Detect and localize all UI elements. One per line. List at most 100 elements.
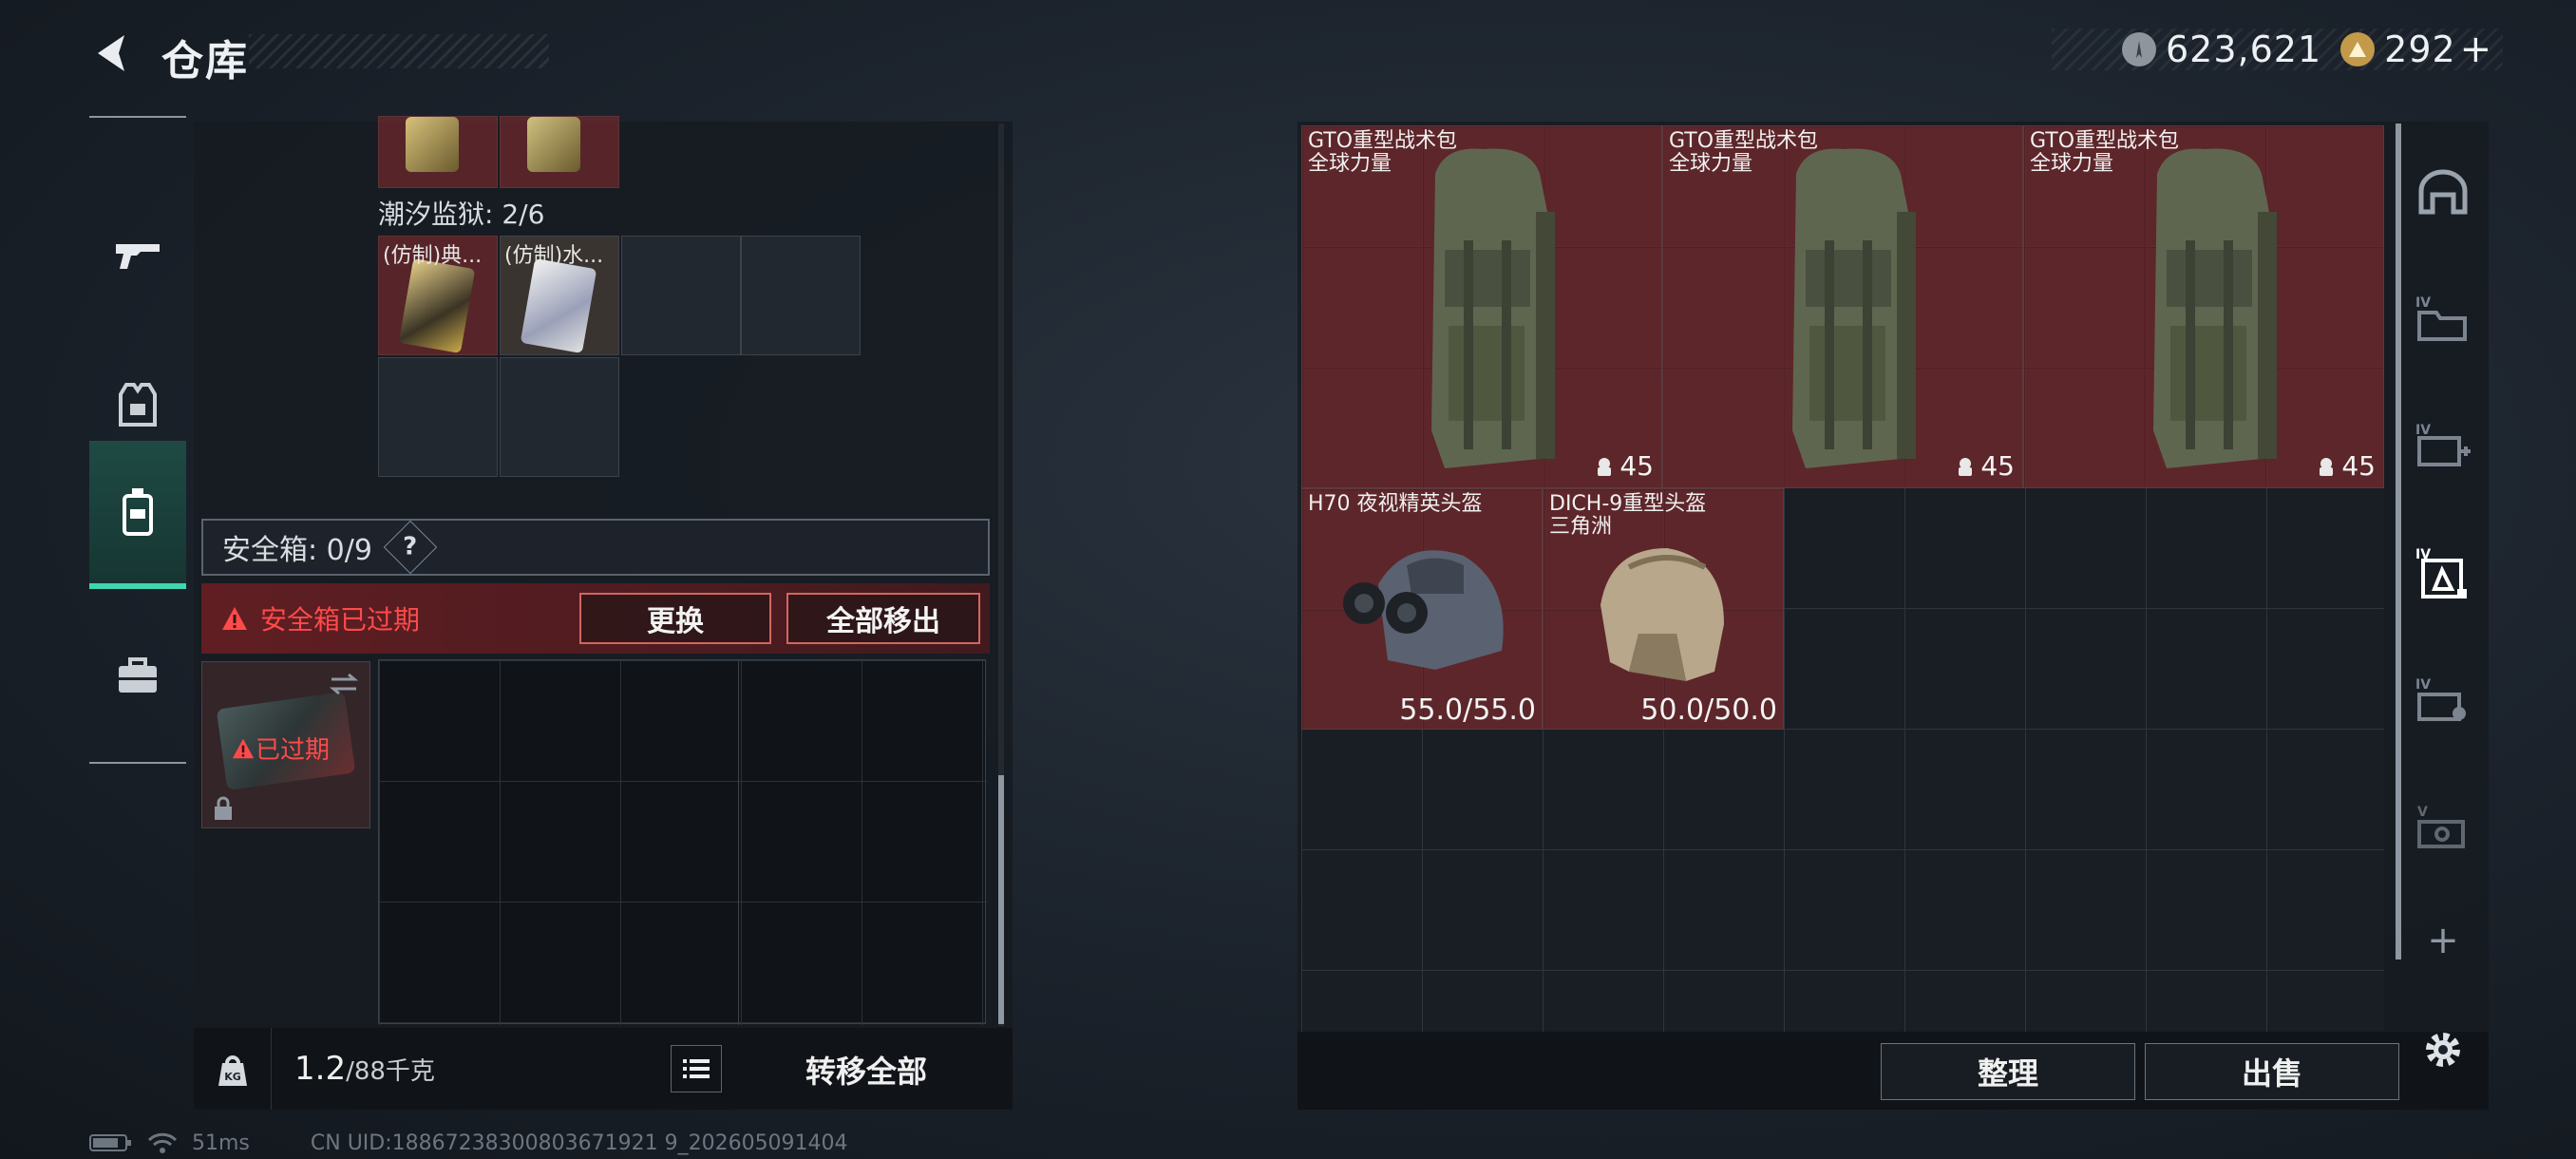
add-stash-tab-button[interactable]: +: [2407, 902, 2479, 978]
stash-tab-helmet[interactable]: [2407, 131, 2479, 255]
armor-icon: [119, 383, 157, 427]
item-durability: 55.0/55.0: [1399, 694, 1536, 727]
item-name: H70 夜视精英头盔: [1308, 493, 1483, 516]
stash-tab-case[interactable]: IV: [2407, 638, 2479, 762]
battery-icon: [89, 1134, 131, 1151]
empty-slot[interactable]: [500, 357, 619, 477]
safe-item-status-text: 已过期: [256, 736, 331, 765]
warning-icon: [222, 607, 247, 630]
inventory-item[interactable]: (仿制)水...: [500, 236, 619, 355]
replace-button[interactable]: 更换: [579, 593, 771, 644]
item-count-value: 45: [1619, 450, 1654, 482]
helmet-nav-icon: [2418, 169, 2468, 215]
safe-box-item[interactable]: 已过期: [201, 661, 370, 828]
backpack-item[interactable]: GTO重型战术包 全球力量 45: [1662, 125, 2023, 488]
stash-tab-case-v[interactable]: V: [2407, 766, 2479, 889]
empty-slot[interactable]: [741, 236, 861, 355]
item-label: (仿制)水...: [504, 244, 604, 268]
back-arrow-icon: [98, 35, 124, 71]
svg-text:IV: IV: [2415, 677, 2431, 693]
remove-all-button[interactable]: 全部移出: [786, 593, 980, 644]
item-name-text: GTO重型战术包: [1669, 129, 1819, 153]
nav-backpack[interactable]: [89, 441, 186, 589]
list-icon: [683, 1059, 710, 1078]
safe-box-grid[interactable]: [378, 659, 987, 1025]
status-bar: 51ms CN UID:18867238300803671921 9_20260…: [89, 1130, 848, 1155]
item-name-text: H70 夜视精英头盔: [1308, 492, 1483, 516]
empty-slot[interactable]: [378, 357, 498, 477]
container-label: 潮汐监狱: 2/6: [378, 199, 545, 230]
safe-box-label: 安全箱: 0/9: [222, 534, 372, 567]
capacity-icon: [1959, 457, 1973, 476]
weight-icon: KG: [218, 1055, 247, 1086]
item-card-image: [406, 117, 459, 172]
inventory-item[interactable]: (仿制)典...: [378, 236, 498, 355]
sell-button[interactable]: 出售: [2145, 1043, 2399, 1100]
backpack-image: [2153, 148, 2277, 468]
stash-grid[interactable]: GTO重型战术包 全球力量 45 GTO重型战术包 全球力量 45 GTO重型战…: [1301, 125, 2384, 1032]
backpack-image: [1792, 148, 1916, 468]
settings-button[interactable]: [2407, 1007, 2479, 1092]
item-name-text: GTO重型战术包: [1308, 129, 1458, 153]
item-card-image: [520, 257, 597, 354]
back-button[interactable]: [87, 28, 137, 78]
lock-icon: [215, 796, 232, 820]
triangle-coin-value: 292: [2384, 28, 2456, 70]
empty-slot[interactable]: [621, 236, 741, 355]
help-icon: ?: [403, 533, 418, 561]
helmet-item[interactable]: DICH-9重型头盔 三角洲 50.0/50.0: [1543, 488, 1784, 730]
item-name: GTO重型战术包 全球力量: [1669, 130, 1818, 176]
swap-icon: [329, 673, 359, 695]
inventory-item[interactable]: [378, 116, 498, 188]
backpack-item[interactable]: GTO重型战术包 全球力量 45: [2023, 125, 2384, 488]
safe-item-status: 已过期: [231, 731, 330, 766]
item-count: 45: [1595, 450, 1654, 482]
capacity-icon: [2320, 457, 2334, 476]
list-view-button[interactable]: [671, 1045, 722, 1092]
left-nav: [89, 116, 186, 764]
expired-notice-text: 安全箱已过期: [260, 604, 421, 636]
item-faction-text: 全球力量: [1669, 152, 1753, 176]
backpack-item[interactable]: GTO重型战术包 全球力量 45: [1301, 125, 1662, 488]
left-scrollbar-thumb[interactable]: [998, 775, 1004, 1024]
item-faction-text: 全球力量: [2030, 152, 2114, 176]
grid-divider: [738, 660, 739, 1025]
stash-tab-armor[interactable]: IV: [2407, 511, 2479, 635]
nav-weapons[interactable]: [89, 184, 186, 327]
sort-button[interactable]: 整理: [1881, 1043, 2135, 1100]
case-iv-icon: IV: [2415, 677, 2466, 721]
svg-text:KG: KG: [224, 1071, 241, 1083]
stash-scrollbar[interactable]: [2396, 124, 2401, 960]
nav-case[interactable]: [89, 604, 186, 747]
item-name-text: DICH-9重型头盔: [1549, 492, 1707, 516]
item-count: 45: [1956, 450, 2015, 482]
item-card-image: [527, 117, 580, 172]
backpack-icon: [123, 488, 153, 536]
page-title: 仓库: [161, 37, 249, 86]
uid-text: CN UID:18867238300803671921 9_2026050914…: [310, 1130, 848, 1155]
add-currency-button[interactable]: +: [2460, 28, 2492, 71]
item-name-text: GTO重型战术包: [2030, 129, 2180, 153]
helmet-item[interactable]: H70 夜视精英头盔 55.0/55.0: [1301, 488, 1543, 730]
weight-readout: 1.2/88千克: [294, 1050, 435, 1088]
weight-capacity: /88千克: [346, 1057, 435, 1086]
medkit-iv-icon: IV: [2415, 423, 2471, 466]
case-icon: [119, 657, 157, 693]
safe-grid-lines: [379, 660, 987, 1025]
triangle-coin-icon: [2340, 32, 2376, 66]
stash-tab-medkit[interactable]: IV: [2407, 384, 2479, 507]
item-count-value: 45: [2341, 450, 2376, 482]
folder-iv-icon: IV: [2415, 295, 2467, 341]
item-name: GTO重型战术包 全球力量: [1308, 130, 1457, 176]
help-button[interactable]: ?: [383, 520, 438, 575]
stash-tab-folder[interactable]: IV: [2407, 256, 2479, 380]
item-faction-text: 三角洲: [1549, 515, 1613, 539]
inventory-item[interactable]: [500, 116, 619, 188]
coin-value: 623,621: [2166, 28, 2322, 70]
helmet-image: [1601, 548, 1724, 681]
transfer-all-button[interactable]: 转移全部: [733, 1041, 999, 1098]
wifi-icon: [147, 1132, 178, 1153]
weight-icon-box: KG: [194, 1028, 272, 1110]
gear-icon: [2426, 1033, 2460, 1067]
svg-text:IV: IV: [2415, 295, 2431, 311]
